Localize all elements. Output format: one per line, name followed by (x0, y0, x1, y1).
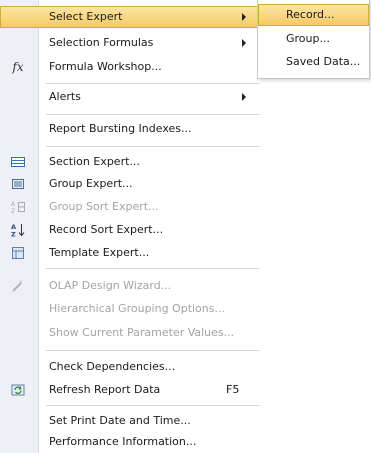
submenu-item-label: Saved Data... (286, 55, 361, 68)
svg-text:A: A (11, 201, 16, 208)
menu-item-label: Select Expert (49, 10, 123, 23)
menu-item-label: Set Print Date and Time... (49, 414, 191, 427)
menu-item-label: Template Expert... (49, 246, 150, 259)
svg-text:Z: Z (11, 208, 15, 215)
submenu-item-record[interactable]: Record... (258, 4, 369, 26)
menu-item-label: Show Current Parameter Values... (49, 326, 235, 339)
report-menu: Select Expert Selection Formulas fx Form… (0, 0, 263, 453)
svg-text:Z: Z (11, 231, 16, 239)
menu-item-section-expert[interactable]: Section Expert... (0, 151, 263, 173)
menu-item-refresh-report-data[interactable]: Refresh Report Data F5 (0, 379, 263, 401)
menu-item-template-expert[interactable]: Template Expert... (0, 242, 263, 264)
menu-separator (46, 405, 260, 406)
menu-item-olap-design-wizard: * OLAP Design Wizard... (0, 275, 263, 297)
submenu-arrow-icon (242, 93, 246, 101)
menu-item-label: Alerts (49, 90, 81, 103)
wizard-wand-icon: * (10, 278, 26, 294)
select-expert-submenu: Record... Group... Saved Data... (257, 0, 370, 79)
submenu-arrow-icon (242, 39, 246, 47)
submenu-item-saved-data[interactable]: Saved Data... (258, 51, 369, 73)
sort-ascending-icon: A Z (10, 222, 26, 238)
menu-item-label: OLAP Design Wizard... (49, 279, 172, 292)
submenu-item-label: Record... (286, 8, 335, 21)
menu-item-formula-workshop[interactable]: fx Formula Workshop... (0, 56, 263, 78)
submenu-arrow-icon (242, 13, 246, 21)
menu-item-label: Hierarchical Grouping Options... (49, 302, 225, 315)
submenu-item-label: Group... (286, 32, 330, 45)
submenu-item-group[interactable]: Group... (258, 28, 369, 50)
menu-item-label: Check Dependencies... (49, 360, 176, 373)
menu-item-show-current-parameter-values: Show Current Parameter Values... (0, 322, 263, 344)
menu-item-select-expert[interactable]: Select Expert (0, 6, 263, 28)
menu-item-alerts[interactable]: Alerts (0, 86, 263, 108)
refresh-icon (10, 382, 26, 398)
menu-item-selection-formulas[interactable]: Selection Formulas (0, 32, 263, 54)
menu-item-label: Report Bursting Indexes... (49, 122, 192, 135)
menu-item-record-sort-expert[interactable]: A Z Record Sort Expert... (0, 219, 263, 241)
section-expert-icon (10, 154, 26, 170)
menu-item-label: Group Sort Expert... (49, 200, 159, 213)
menu-item-report-bursting-indexes[interactable]: Report Bursting Indexes... (0, 118, 263, 140)
menu-item-label: Formula Workshop... (49, 60, 162, 73)
template-icon (10, 245, 26, 261)
menu-separator (46, 114, 260, 115)
menu-item-hierarchical-grouping-options: Hierarchical Grouping Options... (0, 298, 263, 320)
menu-item-label: Section Expert... (49, 155, 140, 168)
group-expert-icon (10, 176, 26, 192)
menu-item-performance-information[interactable]: Performance Information... (0, 431, 263, 453)
menu-item-group-sort-expert: A Z Group Sort Expert... (0, 196, 263, 218)
menu-item-set-print-date-and-time[interactable]: Set Print Date and Time... (0, 410, 263, 432)
menu-item-label: Record Sort Expert... (49, 223, 164, 236)
menu-separator (46, 268, 260, 269)
menu-item-group-expert[interactable]: Group Expert... (0, 173, 263, 195)
group-sort-icon: A Z (10, 199, 26, 215)
menu-item-label: Refresh Report Data (49, 383, 161, 396)
menu-item-check-dependencies[interactable]: Check Dependencies... (0, 356, 263, 378)
formula-icon: fx (12, 60, 24, 74)
svg-text:*: * (19, 279, 23, 287)
menu-item-label: Group Expert... (49, 177, 133, 190)
menu-item-label: Selection Formulas (49, 36, 154, 49)
menu-separator (46, 350, 260, 351)
menu-separator (46, 83, 260, 84)
menu-separator (46, 146, 260, 147)
shortcut-label: F5 (226, 383, 240, 396)
menu-item-label: Performance Information... (49, 435, 197, 448)
